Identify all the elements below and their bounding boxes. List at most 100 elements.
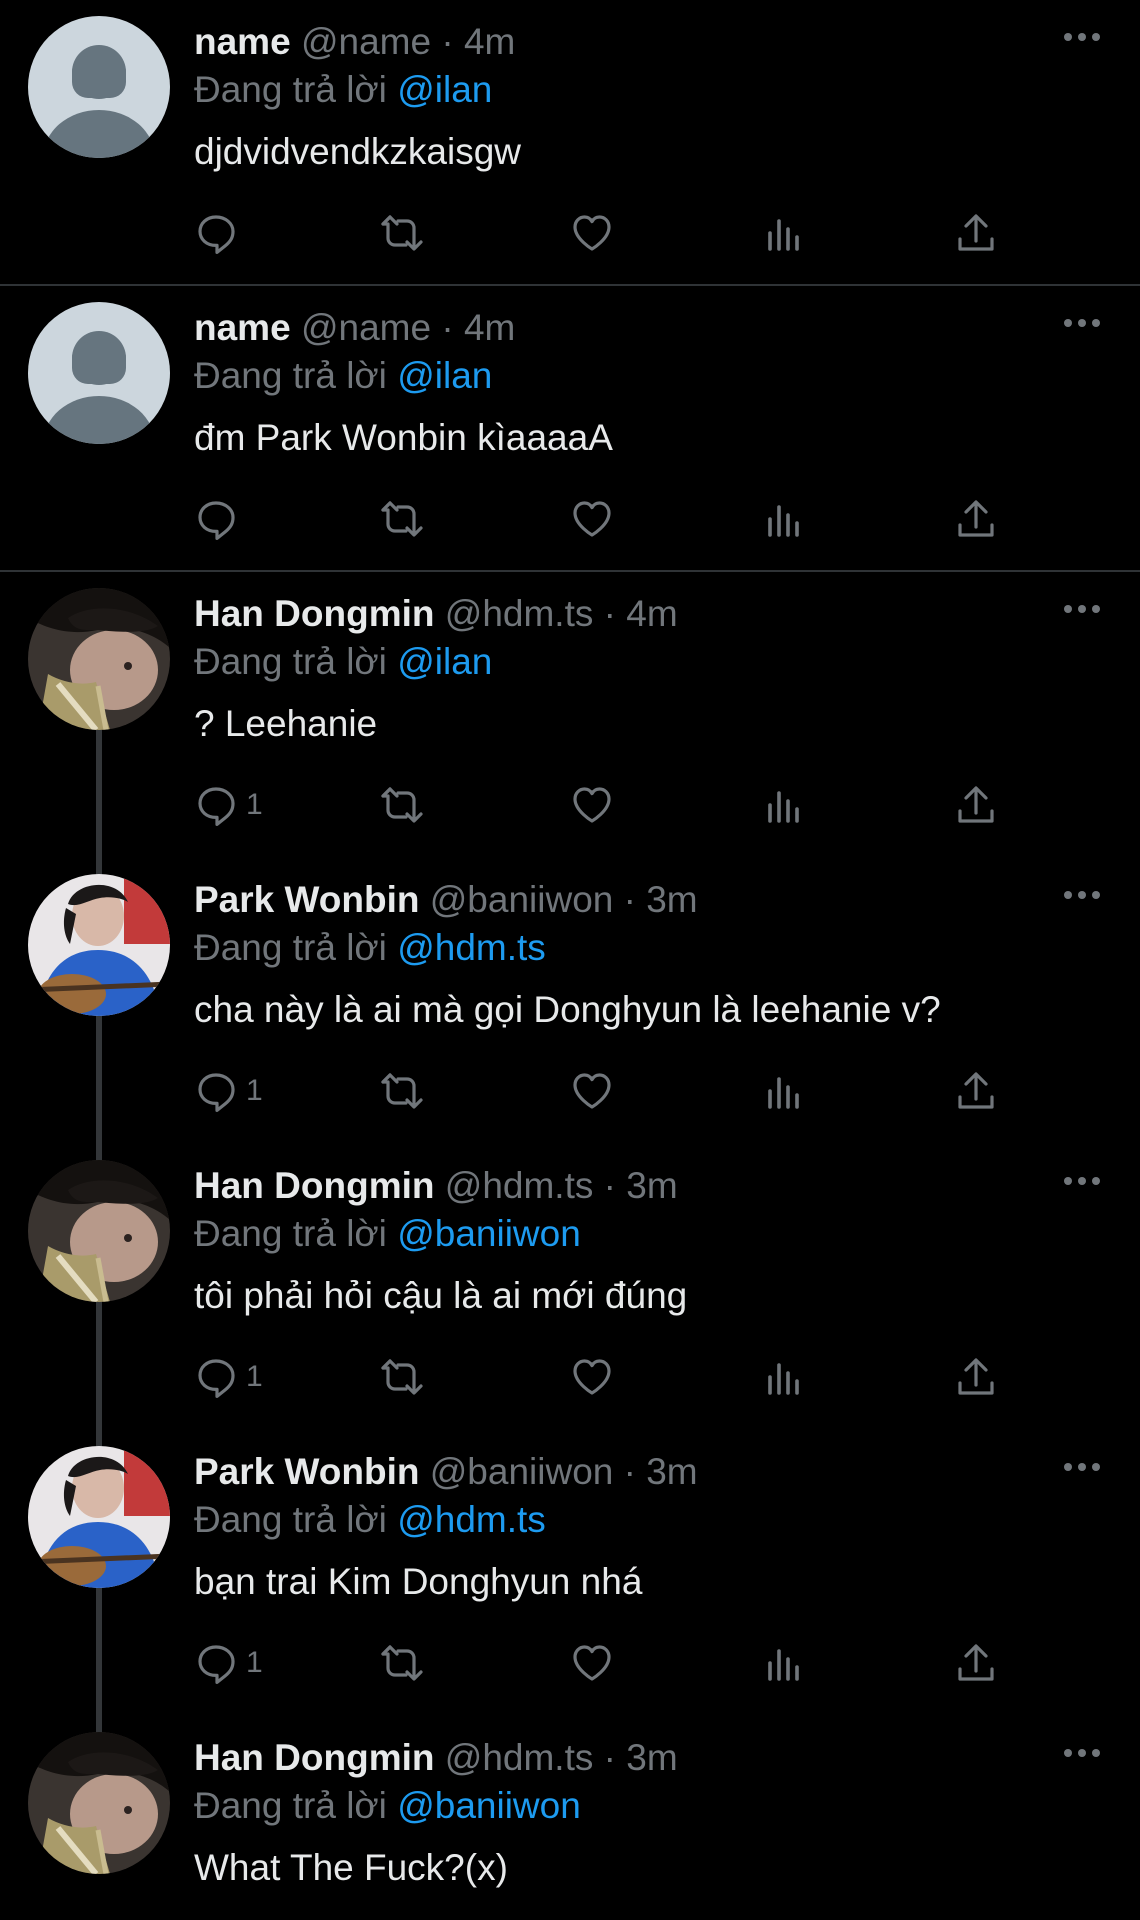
avatar[interactable] xyxy=(28,302,170,444)
avatar[interactable] xyxy=(28,588,170,730)
reply-count: 1 xyxy=(246,1360,263,1393)
mention-link[interactable]: @hdm.ts xyxy=(397,1499,546,1540)
timestamp[interactable]: 4m xyxy=(464,21,515,62)
share-icon xyxy=(958,1644,994,1681)
reply-button[interactable]: 1 xyxy=(194,1066,263,1116)
display-name[interactable]: Han Dongmin xyxy=(194,1165,434,1206)
display-name[interactable]: Han Dongmin xyxy=(194,593,434,634)
timestamp[interactable]: 4m xyxy=(464,307,515,348)
more-icon[interactable] xyxy=(1062,1174,1102,1188)
reply-button[interactable]: 1 xyxy=(194,780,263,830)
reply-icon xyxy=(198,787,235,826)
mention-link[interactable]: @ilan xyxy=(397,641,492,682)
avatar[interactable] xyxy=(28,1732,170,1874)
views-button[interactable] xyxy=(762,1066,806,1116)
views-button[interactable] xyxy=(762,1352,806,1402)
retweet-icon xyxy=(381,215,423,251)
handle[interactable]: @baniiwon xyxy=(430,1451,614,1492)
replying-to: Đang trả lời @hdm.ts xyxy=(194,1498,546,1542)
views-button[interactable] xyxy=(762,780,806,830)
like-button[interactable] xyxy=(570,780,614,830)
handle[interactable]: @hdm.ts xyxy=(445,1737,594,1778)
mention-link[interactable]: @ilan xyxy=(397,355,492,396)
tweet[interactable]: name @name · 4m Đang trả lời @ilan djdvi… xyxy=(0,0,1140,286)
views-icon xyxy=(768,1649,799,1681)
action-bar: 1 xyxy=(194,1638,1024,1688)
reply-button[interactable] xyxy=(194,494,246,544)
replying-to: Đang trả lời @hdm.ts xyxy=(194,926,546,970)
like-button[interactable] xyxy=(570,208,614,258)
reply-icon xyxy=(198,1645,235,1684)
mention-link[interactable]: @baniiwon xyxy=(397,1213,581,1254)
separator-dot: · xyxy=(623,1451,636,1492)
views-icon xyxy=(768,219,799,251)
timestamp[interactable]: 3m xyxy=(626,1165,677,1206)
reply-button[interactable] xyxy=(194,208,246,258)
timestamp[interactable]: 4m xyxy=(626,593,677,634)
handle[interactable]: @name xyxy=(301,307,431,348)
avatar[interactable] xyxy=(28,1160,170,1302)
reply-button[interactable]: 1 xyxy=(194,1352,263,1402)
tweet[interactable]: Park Wonbin @baniiwon · 3m Đang trả lời … xyxy=(0,1430,1140,1716)
views-button[interactable] xyxy=(762,494,806,544)
separator-dot: · xyxy=(603,1165,616,1206)
retweet-button[interactable] xyxy=(380,1352,424,1402)
mention-link[interactable]: @ilan xyxy=(397,69,492,110)
retweet-button[interactable] xyxy=(380,1638,424,1688)
mention-link[interactable]: @baniiwon xyxy=(397,1785,581,1826)
more-icon[interactable] xyxy=(1062,602,1102,616)
more-icon[interactable] xyxy=(1062,1746,1102,1760)
reply-button[interactable]: 1 xyxy=(194,1638,263,1688)
share-icon xyxy=(958,214,994,251)
handle[interactable]: @hdm.ts xyxy=(445,593,594,634)
retweet-button[interactable] xyxy=(380,208,424,258)
avatar[interactable] xyxy=(28,16,170,158)
retweet-button[interactable] xyxy=(380,494,424,544)
share-button[interactable] xyxy=(954,1352,998,1402)
action-bar: 1 xyxy=(194,1352,1024,1402)
timestamp[interactable]: 3m xyxy=(646,1451,697,1492)
replying-to: Đang trả lời @ilan xyxy=(194,68,492,112)
more-icon[interactable] xyxy=(1062,888,1102,902)
share-button[interactable] xyxy=(954,208,998,258)
tweet[interactable]: Han Dongmin @hdm.ts · 3m Đang trả lời @b… xyxy=(0,1716,1140,1920)
handle[interactable]: @baniiwon xyxy=(430,879,614,920)
tweet-text: cha này là ai mà gọi Donghyun là leehani… xyxy=(194,989,941,1030)
avatar[interactable] xyxy=(28,874,170,1016)
display-name[interactable]: name xyxy=(194,307,291,348)
like-icon xyxy=(573,1359,611,1395)
more-icon[interactable] xyxy=(1062,1460,1102,1474)
display-name[interactable]: Han Dongmin xyxy=(194,1737,434,1778)
display-name[interactable]: name xyxy=(194,21,291,62)
tweet[interactable]: Han Dongmin @hdm.ts · 3m Đang trả lời @b… xyxy=(0,1144,1140,1430)
retweet-button[interactable] xyxy=(380,1066,424,1116)
like-icon xyxy=(573,787,611,823)
tweet[interactable]: Han Dongmin @hdm.ts · 4m Đang trả lời @i… xyxy=(0,572,1140,858)
views-button[interactable] xyxy=(762,208,806,258)
replying-to-label: Đang trả lời xyxy=(194,1499,387,1540)
like-button[interactable] xyxy=(570,1638,614,1688)
share-button[interactable] xyxy=(954,1066,998,1116)
mention-link[interactable]: @hdm.ts xyxy=(397,927,546,968)
views-button[interactable] xyxy=(762,1638,806,1688)
handle[interactable]: @hdm.ts xyxy=(445,1165,594,1206)
tweet[interactable]: name @name · 4m Đang trả lời @ilan đm Pa… xyxy=(0,286,1140,572)
replying-to: Đang trả lời @ilan xyxy=(194,640,492,684)
more-icon[interactable] xyxy=(1062,316,1102,330)
share-button[interactable] xyxy=(954,1638,998,1688)
share-button[interactable] xyxy=(954,780,998,830)
tweet[interactable]: Park Wonbin @baniiwon · 3m Đang trả lời … xyxy=(0,858,1140,1144)
like-button[interactable] xyxy=(570,1352,614,1402)
more-icon[interactable] xyxy=(1062,30,1102,44)
handle[interactable]: @name xyxy=(301,21,431,62)
like-button[interactable] xyxy=(570,494,614,544)
share-button[interactable] xyxy=(954,494,998,544)
timestamp[interactable]: 3m xyxy=(646,879,697,920)
avatar[interactable] xyxy=(28,1446,170,1588)
timestamp[interactable]: 3m xyxy=(626,1737,677,1778)
like-button[interactable] xyxy=(570,1066,614,1116)
display-name[interactable]: Park Wonbin xyxy=(194,879,419,920)
display-name[interactable]: Park Wonbin xyxy=(194,1451,419,1492)
retweet-button[interactable] xyxy=(380,780,424,830)
like-icon xyxy=(573,1645,611,1681)
